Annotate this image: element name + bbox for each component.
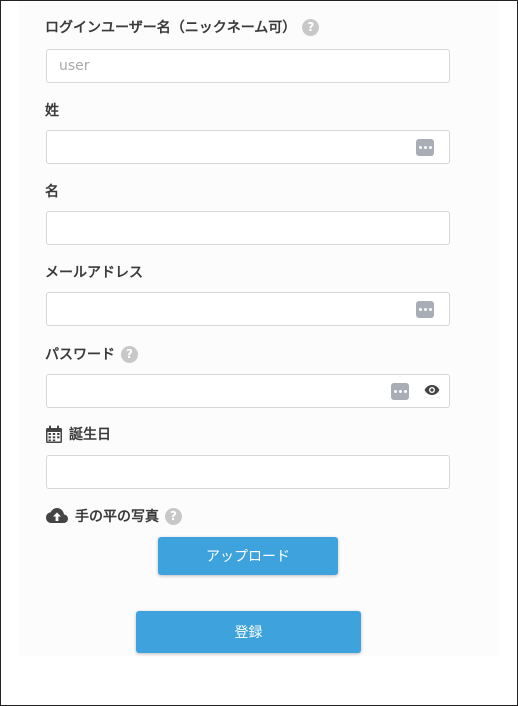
palm-photo-label: 手の平の写真 bbox=[75, 509, 159, 525]
cloud-upload-icon bbox=[46, 508, 68, 523]
email-label: メールアドレス bbox=[45, 265, 143, 281]
autofill-icon[interactable] bbox=[416, 139, 434, 156]
last-name-label: 姓 bbox=[45, 103, 59, 119]
username-label-row: ログインユーザー名（ニックネーム可） ? bbox=[45, 17, 320, 37]
birthday-label-row: 誕生日 bbox=[45, 424, 111, 444]
autofill-icon[interactable] bbox=[391, 383, 409, 400]
first-name-label: 名 bbox=[45, 184, 59, 200]
eye-icon[interactable] bbox=[424, 384, 440, 396]
password-label-row: パスワード ? bbox=[45, 344, 138, 364]
palm-photo-help-icon[interactable]: ? bbox=[165, 507, 182, 525]
last-name-input[interactable] bbox=[46, 130, 450, 164]
calendar-icon bbox=[46, 425, 62, 443]
username-input[interactable] bbox=[46, 49, 450, 83]
password-input[interactable] bbox=[46, 374, 450, 408]
password-help-icon[interactable]: ? bbox=[121, 345, 138, 363]
birthday-label: 誕生日 bbox=[69, 427, 111, 443]
email-input[interactable] bbox=[46, 292, 450, 326]
first-name-input[interactable] bbox=[46, 211, 450, 245]
upload-button[interactable]: アップロード bbox=[158, 537, 338, 575]
register-button[interactable]: 登録 bbox=[136, 611, 361, 653]
registration-form: ログインユーザー名（ニックネーム可） ? 姓 名 メールアドレス パスワード ? bbox=[18, 1, 499, 656]
autofill-icon[interactable] bbox=[416, 301, 434, 318]
username-label: ログインユーザー名（ニックネーム可） bbox=[45, 20, 297, 36]
password-label: パスワード bbox=[45, 347, 115, 363]
username-help-icon[interactable]: ? bbox=[302, 18, 320, 36]
palm-photo-label-row: 手の平の写真 ? bbox=[45, 506, 182, 526]
birthday-input[interactable] bbox=[46, 455, 450, 489]
